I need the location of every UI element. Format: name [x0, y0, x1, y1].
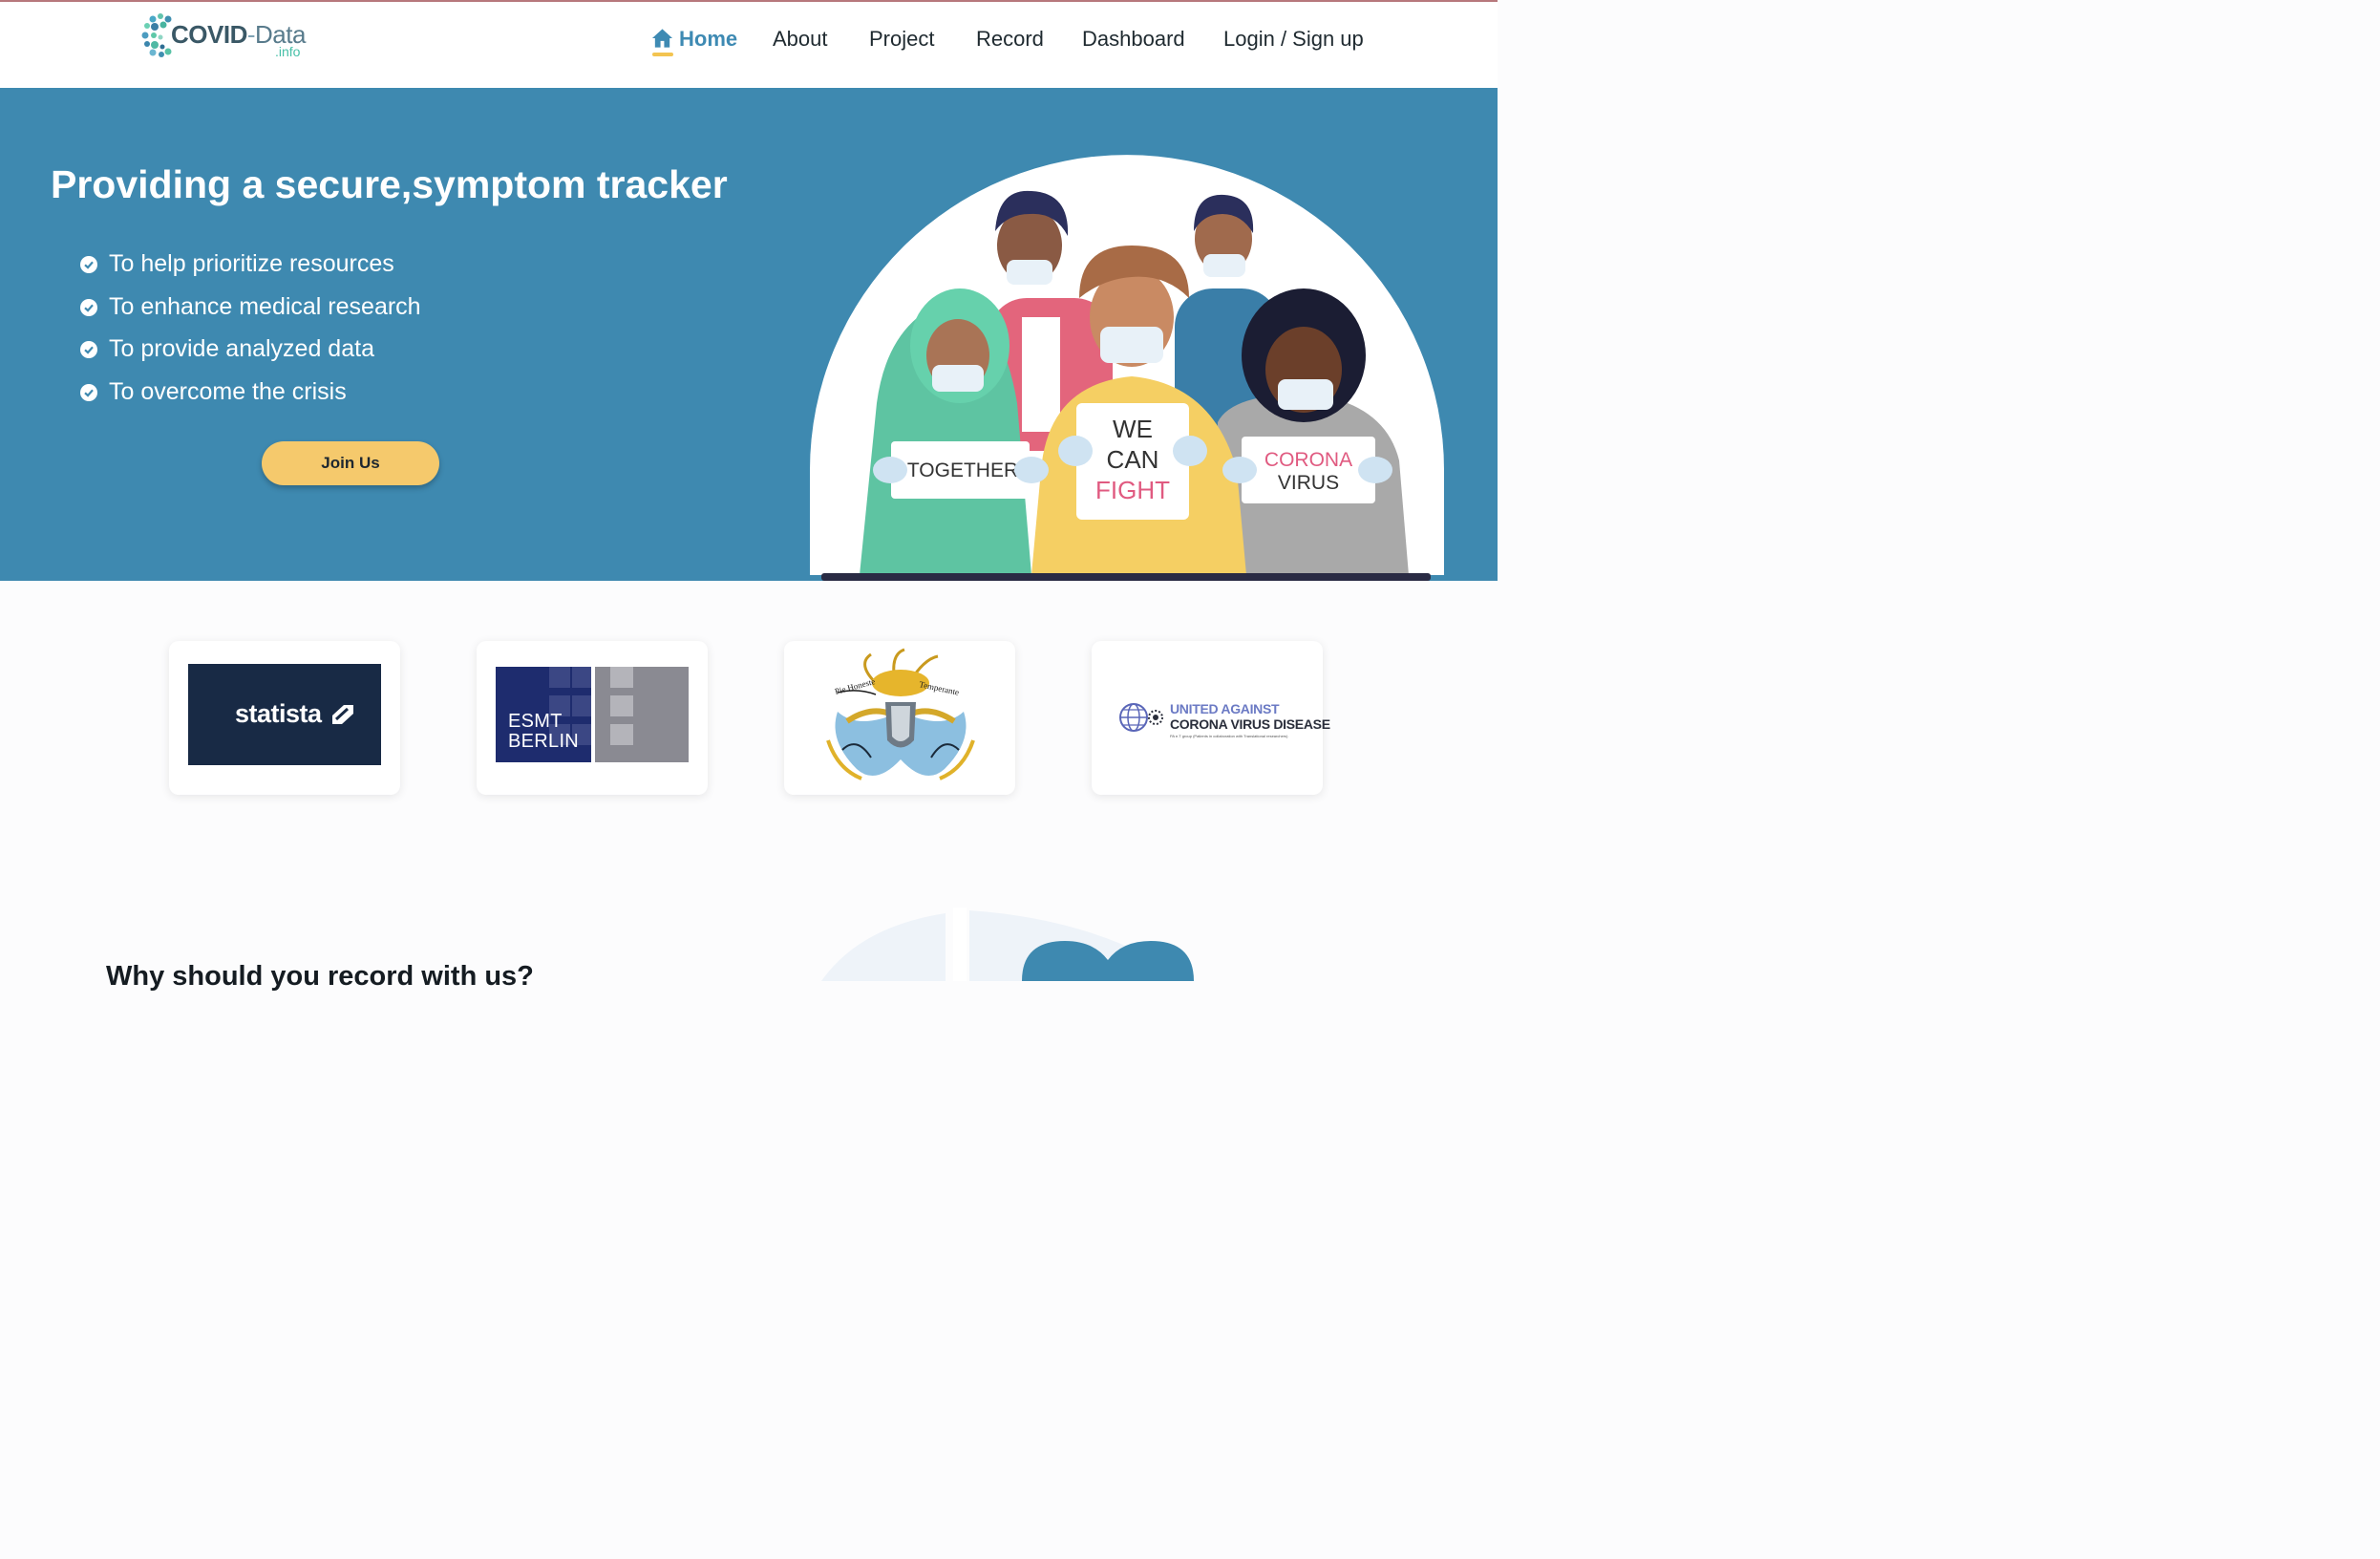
sign-together: TOGETHER	[907, 459, 1018, 481]
hero-bullet: To enhance medical research	[80, 293, 421, 336]
nav-project[interactable]: Project	[869, 27, 934, 52]
hero-bullet-list: To help prioritize resources To enhance …	[80, 250, 421, 420]
sign-virus: VIRUS	[1278, 472, 1339, 494]
why-section-illustration	[821, 908, 1194, 981]
why-section-title: Why should you record with us?	[106, 961, 534, 992]
nav-about[interactable]: About	[773, 27, 828, 52]
nav-login-signup[interactable]: Login / Sign up	[1223, 27, 1364, 52]
hero-bullet: To help prioritize resources	[80, 250, 421, 293]
hero-bullet: To provide analyzed data	[80, 335, 421, 378]
uacvd-line1: UNITED AGAINST	[1170, 701, 1280, 716]
statista-mark-icon	[332, 705, 353, 724]
nav-home[interactable]: Home	[679, 27, 737, 52]
check-circle-icon	[80, 341, 97, 358]
partner-card-united-against[interactable]: UNITED AGAINST CORONA VIRUS DISEASE PA e…	[1092, 641, 1330, 795]
check-circle-icon	[80, 256, 97, 273]
hero-bullet: To overcome the crisis	[80, 378, 421, 421]
globe-icon	[1119, 703, 1163, 732]
partner-card-esmt[interactable]: ESMT BERLIN	[477, 641, 708, 795]
logo-subtext: .info	[275, 44, 301, 59]
crest-motto-right: Temperante	[919, 679, 961, 697]
hero-title: Providing a secure,symptom tracker	[51, 162, 728, 206]
uacvd-line3: PA e.T group (Patients in collaboration …	[1170, 734, 1288, 738]
check-circle-icon	[80, 383, 97, 401]
partner-card-statista[interactable]: statista	[169, 641, 400, 795]
sign-corona: CORONA	[1264, 449, 1352, 471]
hero-illustration: TOGETHER WE CAN FIGHT CORONA VIRUS	[810, 155, 1444, 581]
nav-active-indicator	[652, 53, 673, 56]
nav-dashboard[interactable]: Dashboard	[1082, 27, 1185, 52]
navbar: COVID-Data .info Home About Project Reco…	[0, 2, 1498, 88]
sign-we: WE	[1113, 415, 1153, 443]
check-circle-icon	[80, 298, 97, 316]
sign-fight: FIGHT	[1095, 476, 1170, 504]
join-us-button[interactable]: Join Us	[262, 441, 439, 485]
uacvd-line2: CORONA VIRUS DISEASE	[1170, 716, 1330, 732]
home-icon[interactable]	[651, 28, 673, 49]
hero-section: Providing a secure,symptom tracker To he…	[0, 88, 1498, 581]
partner-card-crest[interactable]: Pie Honeste Temperante	[784, 641, 1015, 795]
statista-logo: statista	[188, 664, 381, 765]
esmt-text: ESMT BERLIN	[508, 711, 580, 752]
coat-of-arms-logo: Pie Honeste Temperante	[826, 648, 975, 780]
sign-can: CAN	[1107, 445, 1159, 474]
site-logo[interactable]: COVID-Data .info	[141, 11, 323, 61]
nav-record[interactable]: Record	[976, 27, 1044, 52]
